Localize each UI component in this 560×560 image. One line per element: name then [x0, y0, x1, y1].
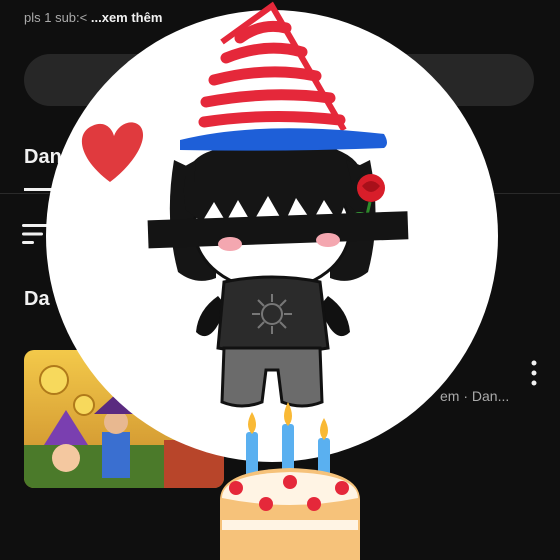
- avatar: [46, 10, 498, 462]
- channel-description[interactable]: pls 1 sub:< ...xem thêm: [24, 10, 162, 25]
- avatar-chibi-drawing: [147, 141, 409, 408]
- channel-description-text: pls 1 sub:<: [24, 10, 88, 25]
- more-vert-icon[interactable]: [528, 358, 540, 388]
- section-title: Da: [24, 288, 50, 310]
- video-meta: em · Dan...: [440, 388, 510, 404]
- more-link[interactable]: ...xem thêm: [91, 10, 163, 25]
